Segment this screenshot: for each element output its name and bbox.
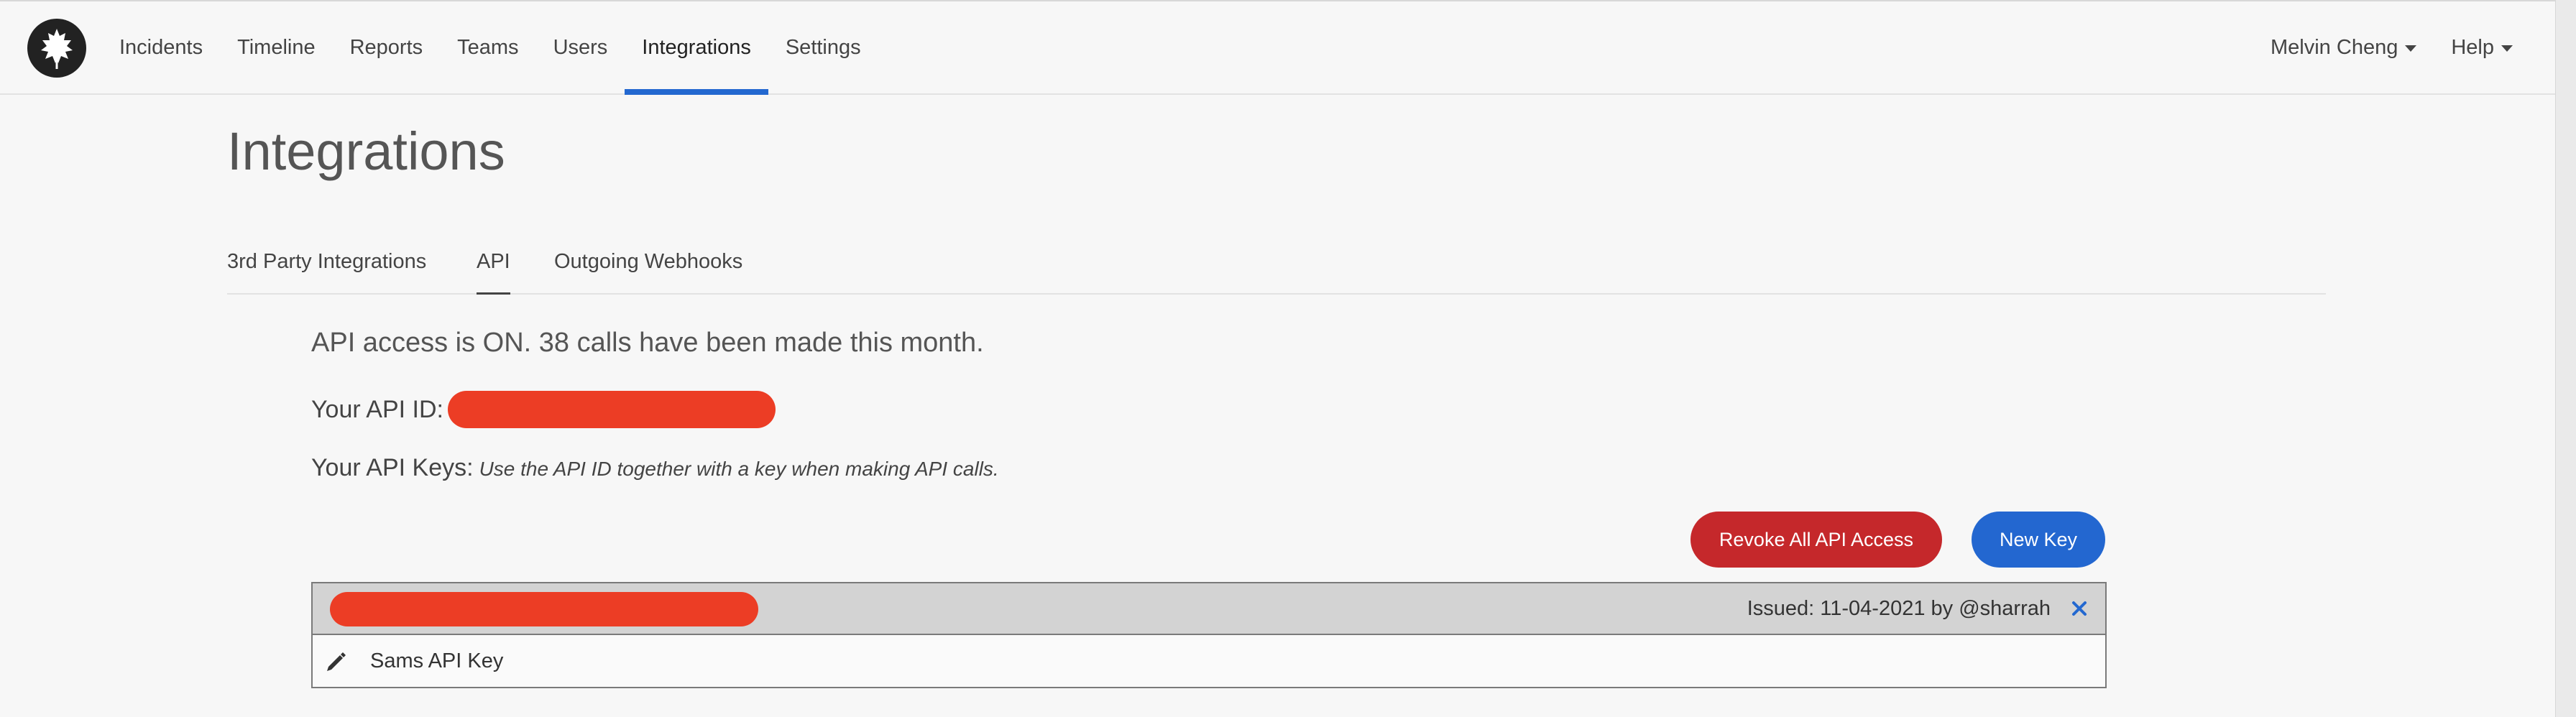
api-key-name: Sams API Key <box>370 649 504 672</box>
edit-key-name-button[interactable] <box>323 648 349 674</box>
page-title: Integrations <box>227 121 505 181</box>
tab-outgoing-webhooks[interactable]: Outgoing Webhooks <box>554 230 742 293</box>
app-window: Incidents Timeline Reports Teams Users I… <box>0 0 2556 717</box>
tab-3rd-party-integrations[interactable]: 3rd Party Integrations <box>227 230 426 293</box>
nav-timeline[interactable]: Timeline <box>220 1 333 93</box>
app-logo-icon[interactable] <box>27 19 86 78</box>
user-menu-dropdown[interactable]: Melvin Cheng <box>2271 35 2417 60</box>
nav-right-menus: Melvin Cheng Help <box>2236 1 2513 93</box>
api-id-redacted-value <box>447 391 776 428</box>
user-menu-label: Melvin Cheng <box>2271 35 2398 59</box>
api-key-header: Issued: 11-04-2021 by @sharrah <box>313 583 2105 635</box>
api-keys-hint: Use the API ID together with a key when … <box>479 458 999 480</box>
integration-tabs: 3rd Party Integrations API Outgoing Webh… <box>227 230 2326 295</box>
api-keys-row: Your API Keys: Use the API ID together w… <box>311 454 999 486</box>
caret-down-icon <box>2501 45 2513 52</box>
new-key-button[interactable]: New Key <box>1972 512 2105 568</box>
nav-teams[interactable]: Teams <box>440 1 535 93</box>
leaf-logo-icon <box>41 29 73 69</box>
api-id-label: Your API ID: <box>311 395 443 423</box>
window-scrollbar[interactable] <box>2555 0 2576 717</box>
api-key-issued-text: Issued: 11-04-2021 by @sharrah <box>1747 596 2051 620</box>
api-key-body: Sams API Key <box>313 635 2105 687</box>
close-icon <box>2072 601 2087 616</box>
help-menu-label: Help <box>2451 35 2494 59</box>
remove-key-button[interactable] <box>2066 583 2092 634</box>
api-keys-label: Your API Keys: <box>311 454 474 481</box>
api-id-row: Your API ID: <box>311 391 776 428</box>
nav-settings[interactable]: Settings <box>768 1 878 93</box>
caret-down-icon <box>2405 45 2417 52</box>
top-navigation: Incidents Timeline Reports Teams Users I… <box>0 1 2556 95</box>
api-status-text: API access is ON. 38 calls have been mad… <box>311 328 984 358</box>
nav-reports[interactable]: Reports <box>333 1 441 93</box>
revoke-all-api-access-button[interactable]: Revoke All API Access <box>1690 512 1942 568</box>
help-menu-dropdown[interactable]: Help <box>2451 36 2513 60</box>
api-key-card: Issued: 11-04-2021 by @sharrah Sams API … <box>311 582 2107 688</box>
api-key-redacted-value <box>330 592 758 626</box>
pencil-icon <box>327 652 346 671</box>
main-nav: Incidents Timeline Reports Teams Users I… <box>102 1 878 95</box>
tab-api[interactable]: API <box>477 230 510 295</box>
nav-integrations[interactable]: Integrations <box>625 1 768 95</box>
nav-incidents[interactable]: Incidents <box>102 1 220 93</box>
nav-users[interactable]: Users <box>536 1 625 93</box>
